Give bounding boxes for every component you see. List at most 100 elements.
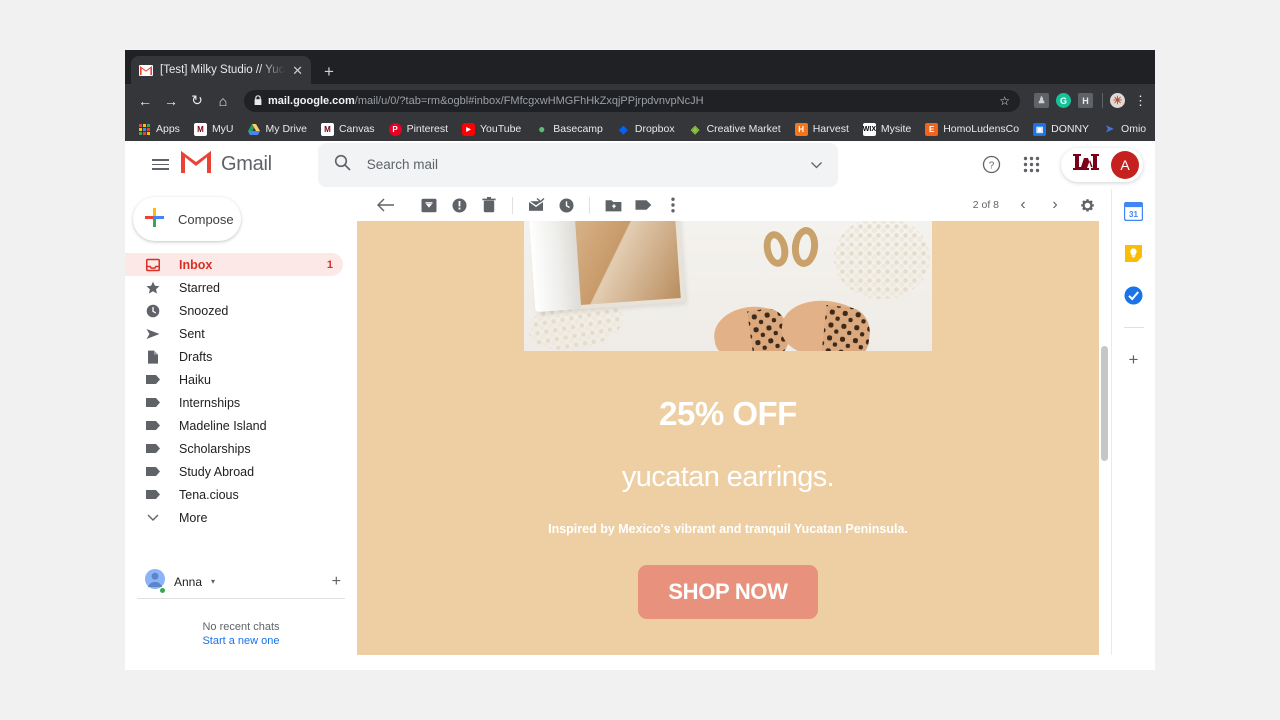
- svg-text:31: 31: [1129, 209, 1138, 218]
- report-spam-icon[interactable]: [445, 191, 473, 219]
- avatar[interactable]: A: [1111, 150, 1139, 179]
- grammarly-g-icon[interactable]: G: [1056, 93, 1071, 108]
- bookmark-dropbox[interactable]: ◆ Dropbox: [610, 123, 682, 136]
- new-tab-button[interactable]: +: [324, 63, 334, 80]
- promo-headline: 25% OFF: [659, 395, 797, 432]
- bookmark-basecamp[interactable]: ● Basecamp: [528, 122, 610, 136]
- chevron-down-icon[interactable]: [810, 156, 822, 174]
- sidebar-item-label: Inbox: [179, 257, 213, 272]
- bookmark-label: Canvas: [338, 123, 375, 135]
- more-options-icon[interactable]: [659, 191, 687, 219]
- snooze-clock-icon[interactable]: [552, 191, 580, 219]
- address-bar[interactable]: mail.google.com/mail/u/0/?tab=rm&ogbl#in…: [244, 89, 1020, 112]
- sidebar-item-madeline-island[interactable]: Madeline Island: [125, 414, 343, 437]
- lock-icon: [254, 94, 262, 107]
- forward-icon[interactable]: →: [159, 89, 183, 113]
- profile-extension-icon[interactable]: ☀: [1110, 93, 1125, 108]
- bookmark-apps[interactable]: Apps: [131, 123, 187, 136]
- label-tag-icon: [145, 397, 161, 408]
- compose-button[interactable]: Compose: [133, 197, 241, 241]
- google-keep-icon[interactable]: [1124, 243, 1144, 263]
- sidebar-item-snoozed[interactable]: Snoozed: [125, 299, 343, 322]
- bookmark-my-drive[interactable]: My Drive: [241, 123, 314, 136]
- close-tab-icon[interactable]: ✕: [292, 64, 303, 77]
- gmail-wordmark: Gmail: [221, 153, 272, 175]
- sidebar-item-label: Internships: [179, 395, 241, 410]
- account-chip[interactable]: A: [1061, 148, 1143, 182]
- reload-icon[interactable]: ↻: [185, 89, 209, 113]
- chevron-down-icon[interactable]: ▾: [211, 577, 215, 586]
- bookmark-canvas[interactable]: M Canvas: [314, 122, 382, 136]
- archive-icon[interactable]: [415, 191, 443, 219]
- label-tag-icon[interactable]: [629, 191, 657, 219]
- toolbar-divider: [512, 196, 513, 214]
- sidebar-item-study-abroad[interactable]: Study Abroad: [125, 460, 343, 483]
- help-icon[interactable]: ?: [973, 147, 1009, 183]
- basecamp-icon: ●: [538, 122, 546, 136]
- google-tasks-icon[interactable]: [1124, 285, 1144, 305]
- bookmark-homoludensco[interactable]: E HomoLudensCo: [918, 122, 1026, 136]
- start-new-chat-link[interactable]: Start a new one: [137, 635, 345, 647]
- sidebar-item-starred[interactable]: Starred: [125, 276, 343, 299]
- bookmarks-bar: Apps M MyU My Drive M Canvas P Pinterest…: [125, 117, 1155, 141]
- sidebar-item-internships[interactable]: Internships: [125, 391, 343, 414]
- search-mail-bar[interactable]: Search mail: [317, 142, 838, 187]
- gmail-sidebar: Compose Inbox 1 Starred Snoozed Sent Dra…: [125, 189, 357, 655]
- sidebar-item-haiku[interactable]: Haiku: [125, 368, 343, 391]
- home-icon[interactable]: ⌂: [211, 89, 235, 113]
- bookmark-creative-market[interactable]: ◈ Creative Market: [682, 123, 788, 136]
- sidebar-item-inbox[interactable]: Inbox 1: [125, 253, 343, 276]
- label-tag-icon: [145, 374, 161, 385]
- gear-icon[interactable]: [1073, 191, 1101, 219]
- bookmark-pinterest[interactable]: P Pinterest: [382, 122, 455, 136]
- sidebar-item-label: Tena.cious: [179, 487, 239, 502]
- google-apps-grid-icon[interactable]: [1013, 147, 1049, 183]
- sidebar-item-scholarships[interactable]: Scholarships: [125, 437, 343, 460]
- chat-user-row[interactable]: Anna ▾ +: [137, 565, 345, 599]
- grammarly-extension-icon[interactable]: ♟: [1034, 93, 1049, 108]
- gmail-brand[interactable]: Gmail: [179, 149, 272, 180]
- chat-panel: Anna ▾ + No recent chats Start a new one: [125, 565, 357, 655]
- browser-menu-icon[interactable]: ⋮: [1134, 94, 1147, 107]
- bookmark-how-to-write[interactable]: ◗ How to Write an Int...: [1153, 123, 1155, 136]
- back-icon[interactable]: ←: [133, 89, 157, 113]
- side-apps-rail: 31 +: [1111, 189, 1155, 655]
- add-app-icon[interactable]: +: [1129, 350, 1139, 370]
- bookmark-myu[interactable]: M MyU: [187, 122, 241, 136]
- sidebar-item-label: Starred: [179, 280, 220, 295]
- search-input[interactable]: Search mail: [367, 157, 795, 172]
- label-tag-icon: [145, 420, 161, 431]
- bookmark-omio[interactable]: ➤ Omio: [1096, 123, 1153, 136]
- back-arrow-icon[interactable]: [371, 191, 399, 219]
- next-message-icon[interactable]: ›: [1041, 191, 1069, 219]
- vertical-scrollbar[interactable]: [1101, 346, 1108, 461]
- bookmark-mysite[interactable]: WIX Mysite: [856, 122, 918, 136]
- gold-earring: [760, 228, 792, 270]
- add-chat-icon[interactable]: +: [332, 573, 341, 591]
- toolbar-divider: [589, 196, 590, 214]
- sidebar-item-drafts[interactable]: Drafts: [125, 345, 343, 368]
- mark-unread-icon[interactable]: [522, 191, 550, 219]
- sidebar-item-more[interactable]: More: [125, 506, 343, 529]
- bookmark-harvest[interactable]: H Harvest: [788, 122, 856, 136]
- omio-icon: ➤: [1105, 123, 1114, 135]
- star-icon: [145, 281, 161, 295]
- bookmark-youtube[interactable]: ▶ YouTube: [455, 122, 528, 136]
- move-to-folder-icon[interactable]: [599, 191, 627, 219]
- previous-message-icon[interactable]: ‹: [1009, 191, 1037, 219]
- shop-now-button[interactable]: SHOP NOW: [638, 565, 818, 619]
- bookmark-star-icon[interactable]: ☆: [991, 94, 1010, 108]
- sidebar-item-sent[interactable]: Sent: [125, 322, 343, 345]
- honey-extension-icon[interactable]: H: [1078, 93, 1093, 108]
- sidebar-item-label: Haiku: [179, 372, 211, 387]
- label-tag-icon: [145, 466, 161, 477]
- bookmark-label: Basecamp: [553, 123, 603, 135]
- browser-tab[interactable]: [Test] Milky Studio // Yucatan Ea ✕: [131, 56, 311, 84]
- google-calendar-icon[interactable]: 31: [1124, 201, 1144, 221]
- hamburger-menu-icon[interactable]: [137, 159, 177, 170]
- sidebar-item-tena-cious[interactable]: Tena.cious: [125, 483, 343, 506]
- header-right-controls: ? A: [973, 147, 1143, 183]
- bookmark-donny[interactable]: ▣ DONNY: [1026, 122, 1096, 136]
- bookmark-label: Pinterest: [406, 123, 448, 135]
- trash-icon[interactable]: [475, 191, 503, 219]
